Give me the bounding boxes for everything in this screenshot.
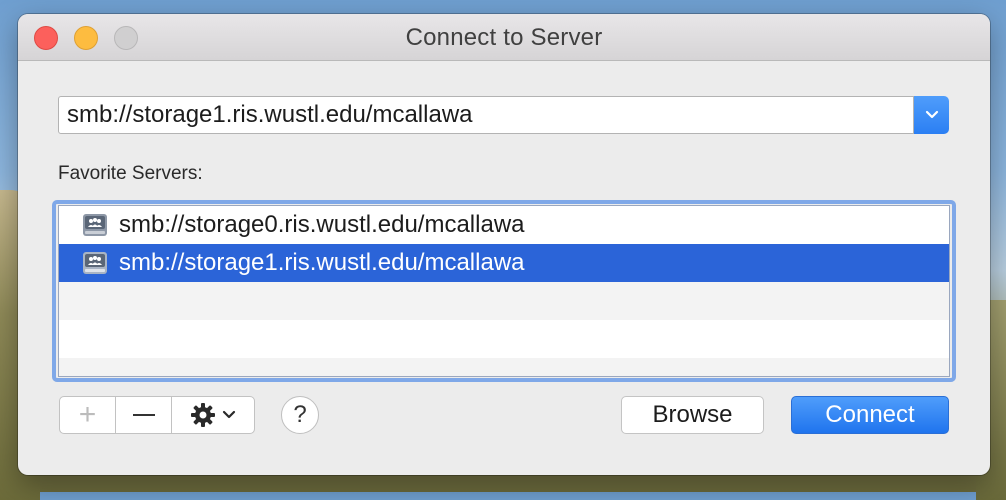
favorites-action-menu-button[interactable]: [171, 397, 254, 433]
empty-list-row: [59, 282, 949, 320]
empty-list-row: [59, 320, 949, 358]
add-favorite-button[interactable]: +: [60, 397, 115, 433]
browse-button[interactable]: Browse: [621, 396, 764, 434]
remove-favorite-button[interactable]: [115, 397, 171, 433]
favorite-server-label: smb://storage1.ris.wustl.edu/mcallawa: [119, 249, 525, 276]
server-icon: [83, 252, 107, 274]
favorite-server-row-selected[interactable]: smb://storage1.ris.wustl.edu/mcallawa: [59, 244, 949, 282]
server-address-input[interactable]: [58, 96, 914, 134]
recent-servers-dropdown-button[interactable]: [914, 96, 949, 134]
add-favorite-label: +: [78, 398, 97, 431]
browse-label: Browse: [652, 401, 733, 428]
server-icon: [83, 214, 107, 236]
gear-icon: [191, 403, 215, 427]
empty-list-row: [59, 358, 949, 376]
title-bar[interactable]: Connect to Server: [18, 14, 990, 61]
connect-label: Connect: [825, 401, 915, 428]
connect-button[interactable]: Connect: [791, 396, 949, 434]
favorite-servers-list[interactable]: smb://storage0.ris.wustl.edu/mcallawa sm…: [58, 205, 950, 377]
help-button[interactable]: ?: [281, 396, 319, 434]
favorite-server-label: smb://storage0.ris.wustl.edu/mcallawa: [119, 211, 525, 238]
window-title: Connect to Server: [405, 24, 603, 51]
help-label: ?: [293, 401, 307, 428]
chevron-down-icon: [222, 410, 236, 419]
favorite-servers-label: Favorite Servers:: [58, 163, 203, 184]
minus-icon: [132, 414, 155, 416]
chevron-down-icon: [925, 110, 938, 119]
favorites-edit-segmented-control: +: [59, 396, 255, 434]
connect-to-server-window: Connect to Server Favorite Servers: smb:…: [18, 14, 990, 475]
favorite-server-row[interactable]: smb://storage0.ris.wustl.edu/mcallawa: [59, 206, 949, 244]
